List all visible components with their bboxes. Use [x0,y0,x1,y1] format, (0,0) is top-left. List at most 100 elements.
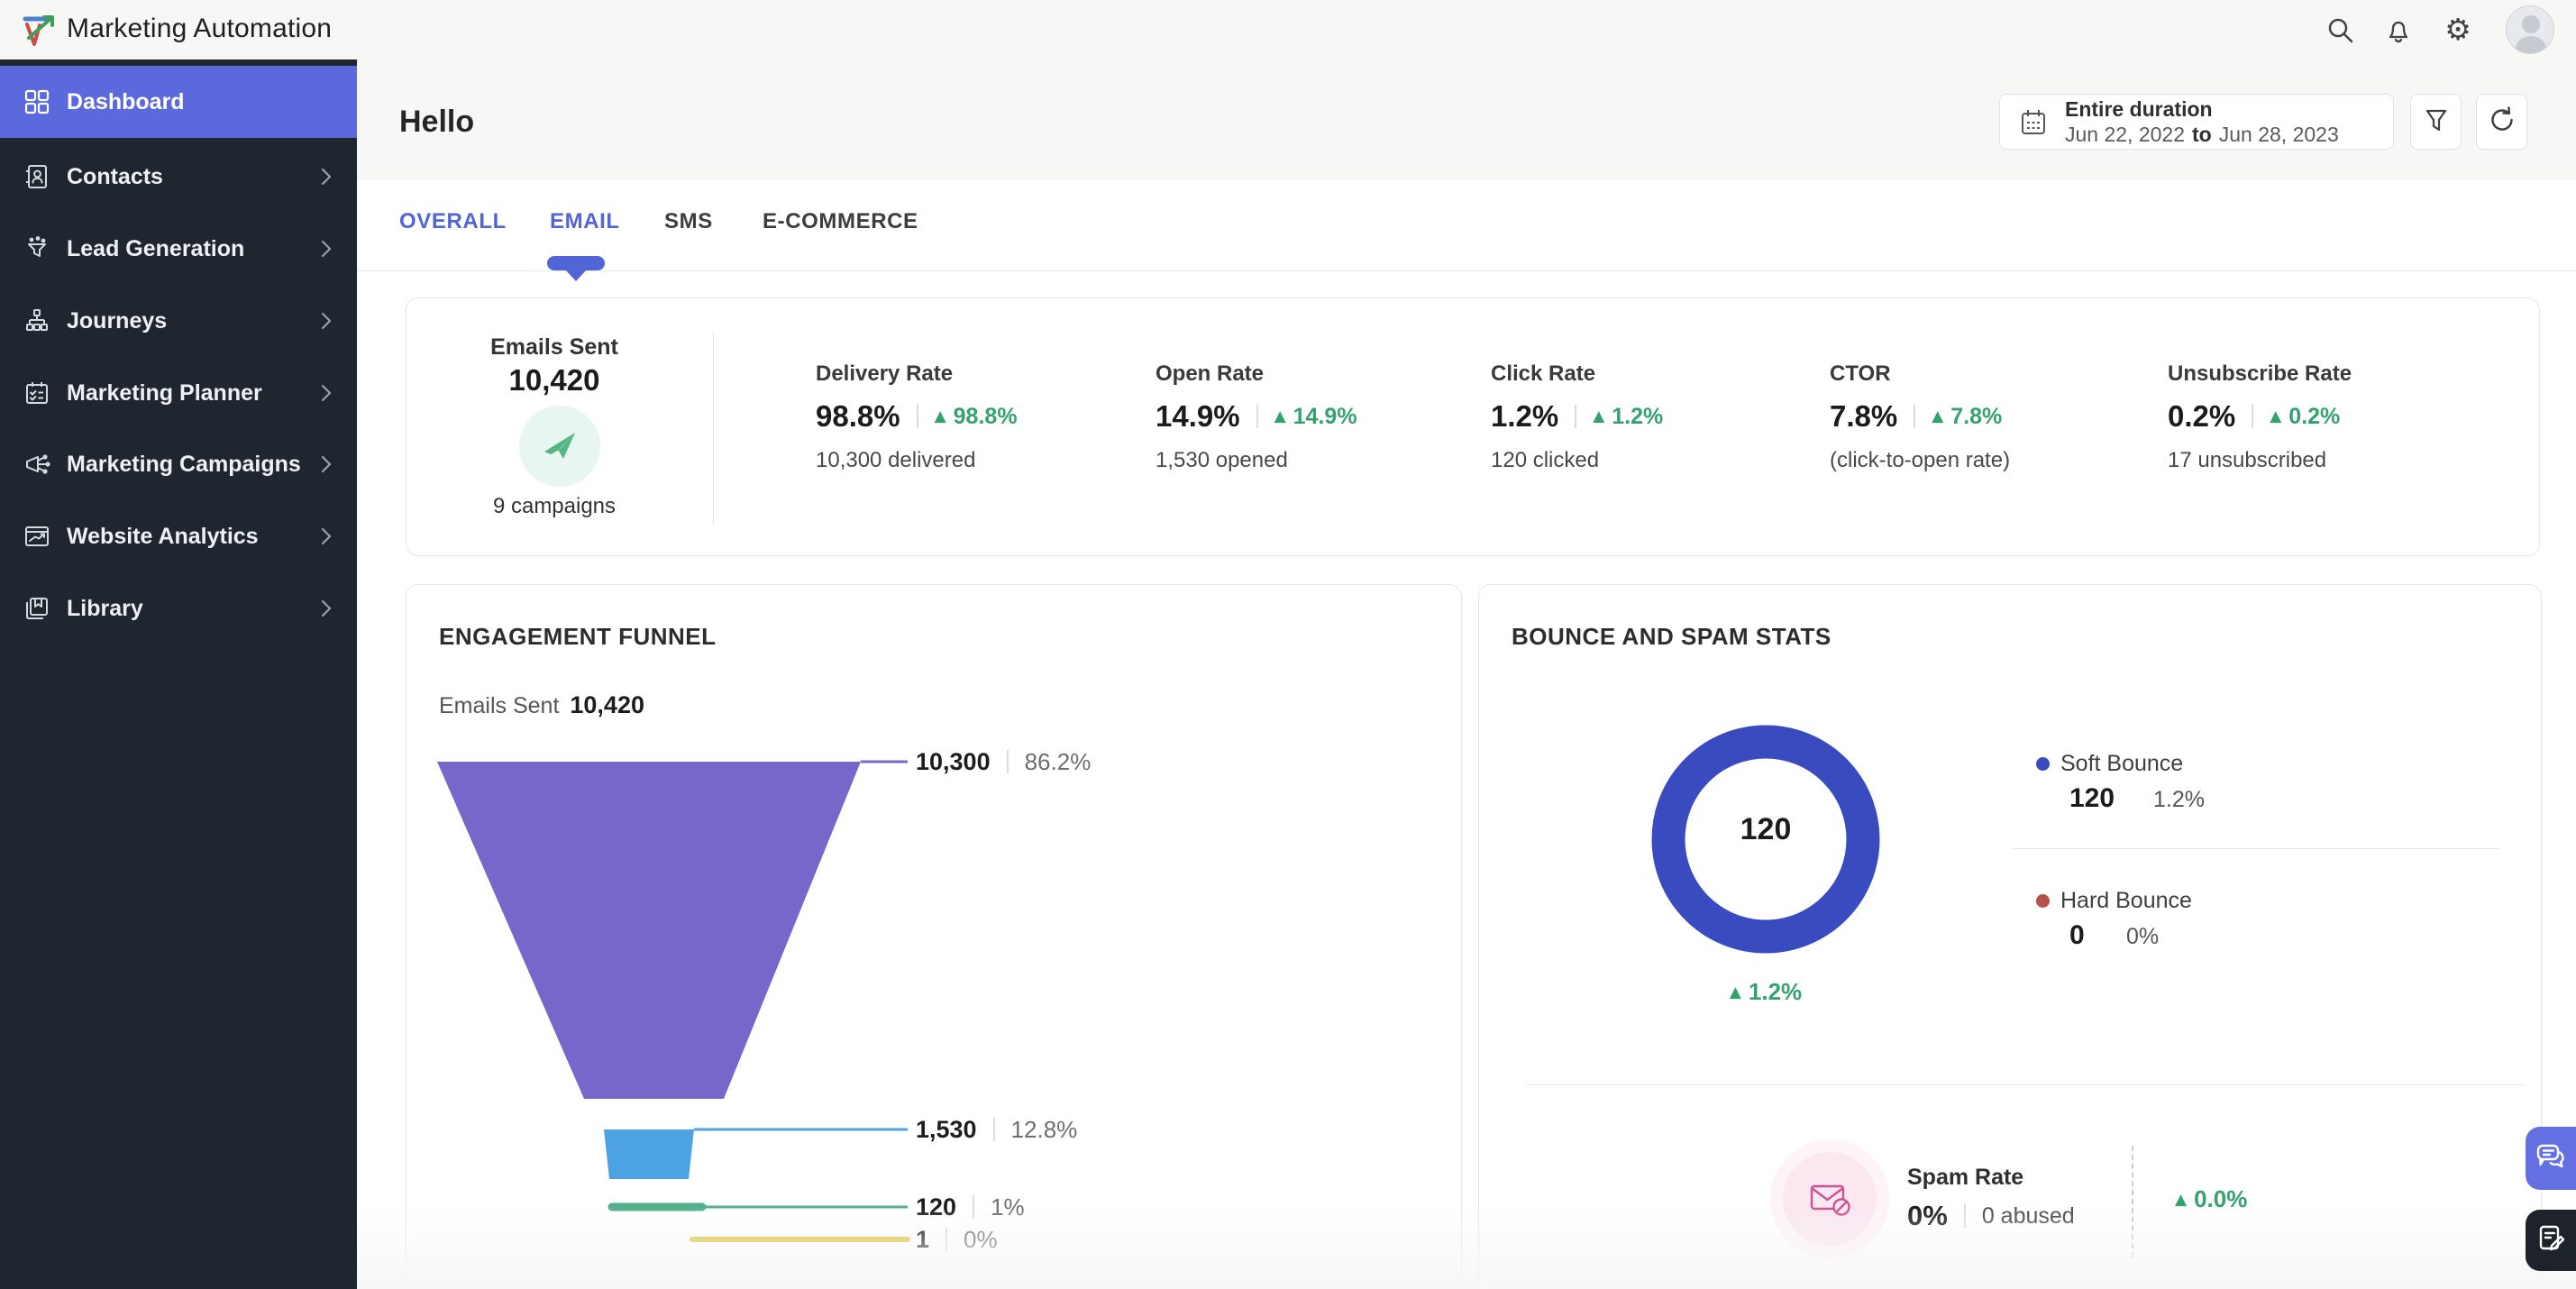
metric-value: 98.8% [816,399,900,433]
funnel-label-row: 1,530 12.8% [916,1113,1077,1146]
tab-overall[interactable]: OVERALL [399,209,507,234]
up-triangle-icon: ▲ [2175,1191,2188,1209]
calendar-icon [2018,106,2049,137]
funnel-stage-value: 1 [916,1225,930,1253]
date-range-text: Entire duration Jun 22, 2022 to Jun 28, 20… [2065,97,2339,147]
spam-delta-value: 0.0% [2194,1185,2248,1212]
sidebar-item-label: Library [67,595,143,621]
metric-delta: 98.8% [953,403,1018,429]
spam-rate-row: 0% 0 abused [1907,1200,2075,1232]
legend-divider [2013,848,2499,849]
up-triangle-icon: ▲ [1593,407,1605,425]
search-icon[interactable] [2323,13,2357,47]
sidebar-item-label: Marketing Planner [67,379,262,406]
metric-label: CTOR [1830,361,1891,386]
metric-value: 1.2% [1491,399,1559,433]
metric-label: Delivery Rate [816,361,954,386]
tab-ecommerce[interactable]: E-COMMERCE [763,209,918,234]
settings-gear-icon[interactable]: ⚙ [2441,13,2475,47]
user-avatar[interactable] [2506,5,2554,54]
duration-label: Entire duration [2065,96,2213,121]
metric-delta: 1.2% [1612,403,1664,429]
chevron-right-icon [319,310,333,332]
metric-subtext: 120 clicked [1491,448,1600,472]
donut-delta-value: 1.2% [1748,978,1803,1005]
sidebar-item-journeys[interactable]: Journeys [0,296,357,346]
sidebar-item-marketing-campaigns[interactable]: Marketing Campaigns [0,439,357,489]
spam-separator [1963,1204,1966,1228]
tabs-divider [357,270,2576,271]
up-triangle-icon: ▲ [1932,407,1944,425]
filter-button[interactable] [2410,94,2462,150]
legend-pct: 0% [2126,924,2160,949]
sidebar-item-dashboard[interactable]: Dashboard [0,66,357,138]
metric-delta: 14.9% [1293,403,1357,429]
marketing-automation-app: Marketing Automation ⚙ Dashboard Contact… [0,0,2576,1289]
card-section-divider [1526,1084,2525,1085]
tab-sms[interactable]: SMS [664,209,713,234]
metric-label: Click Rate [1491,361,1596,386]
metric-value: 7.8% [1830,399,1898,433]
metric-separator [2252,405,2254,428]
sidebar-item-lead-generation[interactable]: Lead Generation [0,224,357,274]
chat-support-button[interactable] [2526,1127,2576,1190]
metric-separator [916,405,918,428]
spam-abused-count: 0 abused [1981,1202,2075,1229]
funnel-stage-delivered[interactable] [437,762,861,1099]
sidebar-item-library[interactable]: Library [0,583,357,634]
date-from: Jun 22, 2022 [2065,123,2186,146]
funnel-stage-pct: 0% [964,1225,998,1253]
date-to: Jun 28, 2023 [2218,123,2339,146]
funnel-stage-pct: 86.2% [1024,747,1092,775]
funnel-stage-pct: 12.8% [1010,1115,1078,1143]
legend-name: Hard Bounce [2060,888,2192,913]
funnel-stage-opened[interactable] [604,1129,694,1179]
donut-center-value: 120 [1740,812,1792,846]
metric-subtext: 17 unsubscribed [2168,448,2327,472]
active-tab-indicator-arrow [565,270,587,281]
legend-value: 0 [2069,920,2085,950]
active-tab-indicator [547,256,605,270]
soft-bounce-dot [2036,757,2050,771]
spam-envelope-icon [1783,1152,1877,1246]
chat-bubbles-icon [2534,1139,2568,1178]
refresh-button[interactable] [2476,94,2527,150]
app-title: Marketing Automation [67,14,333,43]
metric-click-rate: Click Rate 1.2% ▲ 1.2% 120 clicked [1491,361,1815,473]
funnel-stage-value: 1,530 [916,1115,977,1143]
chevron-right-icon [319,238,333,260]
note-pencil-icon [2534,1221,2568,1260]
lead-funnel-icon [23,235,50,262]
contacts-icon [23,163,50,190]
metric-separator [1575,405,1577,428]
metric-ctor: CTOR 7.8% ▲ 7.8% (click-to-open rate) [1830,361,2154,473]
email-summary-card: Emails Sent 10,420 9 campaigns Delivery … [406,297,2540,556]
metric-value: 0.2% [2168,399,2236,433]
tab-email[interactable]: EMAIL [550,209,620,234]
metric-label: Unsubscribe Rate [2168,361,2352,386]
metric-label: Open Rate [1156,361,1265,386]
sidebar-item-contacts[interactable]: Contacts [0,151,357,202]
date-joiner: to [2192,123,2212,146]
chevron-right-icon [319,453,333,475]
funnel-label-row: 1 0% [916,1223,998,1256]
metric-value: 14.9% [1156,399,1240,433]
notifications-bell-icon[interactable] [2381,13,2416,47]
journeys-flow-icon [23,307,50,334]
up-triangle-icon: ▲ [1274,407,1286,425]
metric-separator [1914,405,1916,428]
sidebar-nav: Dashboard Contacts Lead Generation Journ… [0,59,357,1289]
chevron-right-icon [319,166,333,187]
emails-sent-value: 10,420 [508,363,600,397]
send-plane-icon [519,406,600,487]
sidebar-item-marketing-planner[interactable]: Marketing Planner [0,368,357,418]
date-range-picker[interactable]: Entire duration Jun 22, 2022 to Jun 28, 20… [1999,94,2394,150]
up-triangle-icon: ▲ [2270,407,2282,425]
legend-name: Soft Bounce [2060,751,2184,776]
funnel-label-separator [973,1195,975,1219]
campaigns-count: 9 campaigns [492,494,617,518]
feedback-note-button[interactable] [2526,1210,2576,1271]
sidebar-item-label: Lead Generation [67,235,245,261]
funnel-label-row: 120 1% [916,1191,1025,1223]
sidebar-item-website-analytics[interactable]: Website Analytics [0,511,357,562]
